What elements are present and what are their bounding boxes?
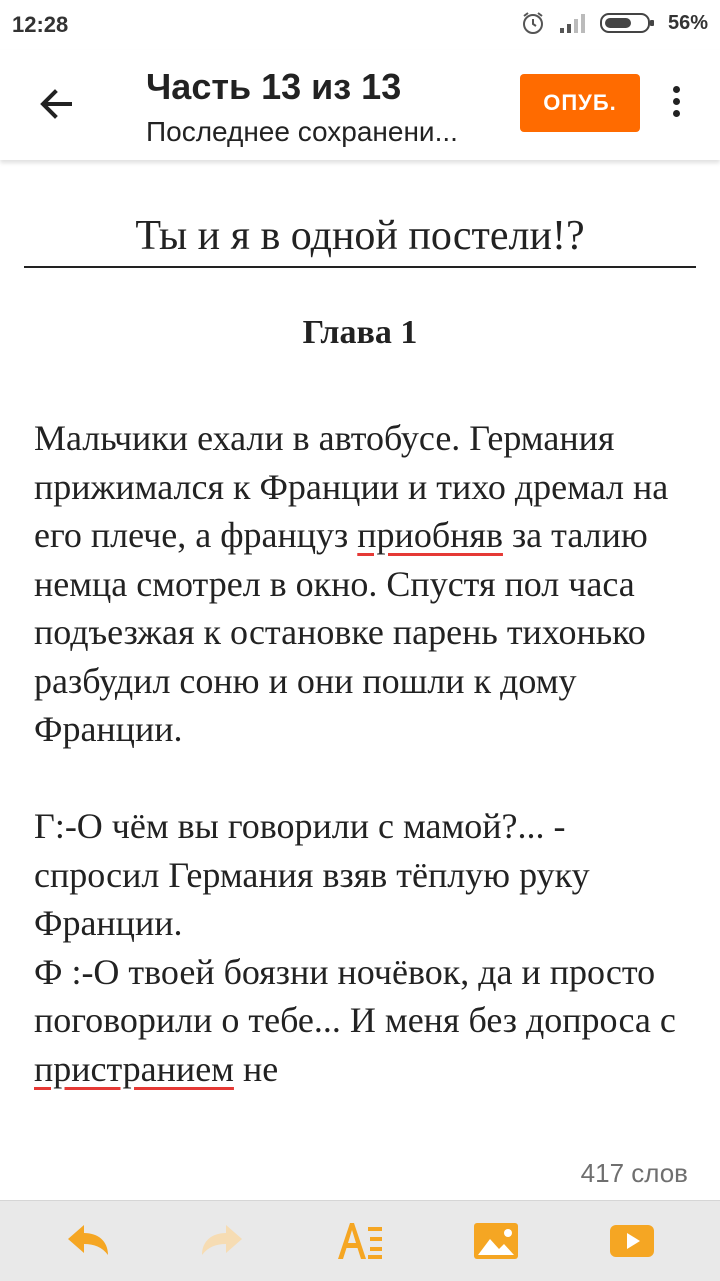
story-body[interactable]: Мальчики ехали в автобусе. Германия приж… — [34, 414, 694, 1093]
text-run: Ф :-О твоей боязни ночёвок, да и просто … — [34, 951, 676, 1041]
signal-icon — [559, 14, 585, 33]
text-format-icon[interactable] — [336, 1219, 384, 1263]
app-bar: Часть 13 из 13 Последнее сохранени... ОП… — [0, 50, 720, 160]
paragraph-2-line-1[interactable]: Г:-О чём вы говорили с мамой?... - спрос… — [34, 802, 694, 948]
status-bar: 12:28 56% — [0, 0, 720, 50]
misspelled-word[interactable]: пристранием — [34, 1049, 234, 1089]
insert-image-icon[interactable] — [472, 1219, 520, 1263]
misspelled-word[interactable]: приобняв — [357, 515, 503, 555]
editor-toolbar — [0, 1200, 720, 1281]
save-status: Последнее сохранени... — [146, 116, 458, 147]
more-vert-icon[interactable] — [662, 86, 690, 122]
word-count: 417 слов — [580, 1158, 688, 1188]
battery-icon — [599, 13, 654, 33]
paragraph-2-line-2[interactable]: Ф :-О твоей боязни ночёвок, да и просто … — [34, 948, 694, 1094]
alarm-icon — [522, 12, 543, 34]
paragraph-1[interactable]: Мальчики ехали в автобусе. Германия приж… — [34, 414, 694, 754]
undo-icon[interactable] — [64, 1219, 112, 1263]
redo-icon[interactable] — [198, 1219, 246, 1263]
text-run: не — [233, 1048, 279, 1089]
insert-video-icon[interactable] — [608, 1219, 656, 1263]
editor-content[interactable]: Ты и я в одной постели!? Глава 1 Мальчик… — [0, 160, 720, 1200]
status-icons: 56% — [520, 10, 708, 36]
back-arrow-icon[interactable] — [34, 82, 78, 126]
chapter-title[interactable]: Глава 1 — [0, 314, 720, 352]
story-title[interactable]: Ты и я в одной постели!? — [24, 212, 696, 268]
part-title: Часть 13 из 13 — [146, 66, 402, 107]
status-time: 12:28 — [12, 12, 69, 37]
battery-percent: 56% — [667, 11, 708, 34]
publish-button[interactable]: ОПУБ. — [520, 74, 640, 132]
